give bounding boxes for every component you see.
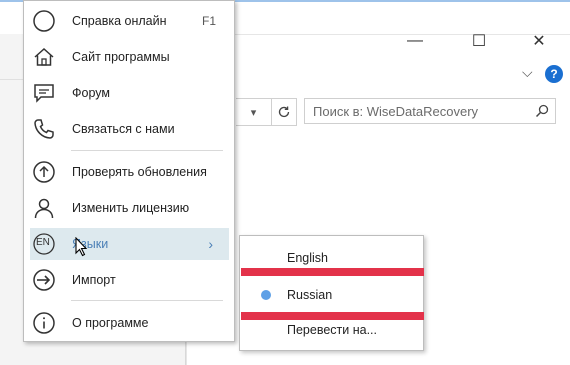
radio-selected-icon — [261, 290, 271, 300]
language-label: Перевести на... — [287, 323, 377, 337]
mouse-cursor-icon — [75, 237, 88, 257]
menu-item-website[interactable]: Сайт программы — [24, 41, 234, 73]
menu-item-about[interactable]: О программе — [24, 307, 234, 339]
arrow-up-circle-icon — [31, 159, 57, 185]
menu-item-contact-us[interactable]: Связаться с нами — [24, 113, 234, 145]
search-icon[interactable] — [535, 104, 549, 118]
language-option-english[interactable]: English — [240, 246, 423, 270]
language-badge: EN — [36, 237, 50, 248]
help-menu: Справка онлайн F1 Сайт программы Форум С… — [23, 0, 235, 342]
info-icon — [31, 310, 57, 336]
forum-icon — [31, 80, 57, 106]
menu-item-label: Импорт — [72, 273, 116, 287]
home-icon — [31, 44, 57, 70]
refresh-icon — [278, 106, 290, 118]
close-button[interactable]: ✕ — [524, 29, 554, 53]
menu-item-label: Проверять обновления — [72, 165, 207, 179]
menu-item-label: Изменить лицензию — [72, 201, 190, 215]
address-dropdown-button[interactable]: ▾ — [236, 98, 272, 126]
search-placeholder: Поиск в: WiseDataRecovery — [313, 104, 479, 119]
maximize-button[interactable]: ☐ — [464, 29, 494, 53]
import-icon — [31, 267, 57, 293]
minimize-button[interactable]: — — [400, 29, 430, 53]
menu-item-label: Связаться с нами — [72, 122, 175, 136]
menu-item-label: Сайт программы — [72, 50, 170, 64]
person-icon — [31, 195, 57, 221]
chevron-right-icon: › — [208, 236, 213, 252]
phone-icon — [31, 116, 57, 142]
refresh-button[interactable] — [271, 98, 297, 126]
menu-separator — [71, 300, 223, 301]
menu-item-import[interactable]: Импорт — [24, 264, 234, 296]
chevron-down-icon[interactable]: ⌵ — [522, 64, 533, 81]
menu-item-label: Справка онлайн — [72, 14, 167, 28]
language-option-translate[interactable]: Перевести на... — [240, 318, 423, 342]
languages-submenu: English Russian Перевести на... — [239, 235, 424, 351]
menu-item-label: Форум — [72, 86, 110, 100]
help-circle-icon — [31, 8, 57, 34]
language-icon: EN — [31, 231, 57, 257]
menu-separator — [71, 150, 223, 151]
language-label: Russian — [287, 288, 333, 302]
search-input[interactable]: Поиск в: WiseDataRecovery — [304, 98, 556, 124]
menu-item-label: О программе — [72, 316, 149, 330]
menu-item-forum[interactable]: Форум — [24, 77, 234, 109]
language-option-russian[interactable]: Russian — [240, 283, 423, 307]
language-label: English — [287, 251, 328, 265]
menu-item-online-help[interactable]: Справка онлайн F1 — [24, 5, 234, 37]
menu-item-check-updates[interactable]: Проверять обновления — [24, 156, 234, 188]
highlight-annotation — [241, 268, 424, 276]
menu-item-change-license[interactable]: Изменить лицензию — [24, 192, 234, 224]
help-button[interactable]: ? — [545, 65, 563, 83]
menu-item-languages[interactable]: EN Языки › — [30, 228, 229, 260]
shortcut-label: F1 — [201, 14, 216, 28]
